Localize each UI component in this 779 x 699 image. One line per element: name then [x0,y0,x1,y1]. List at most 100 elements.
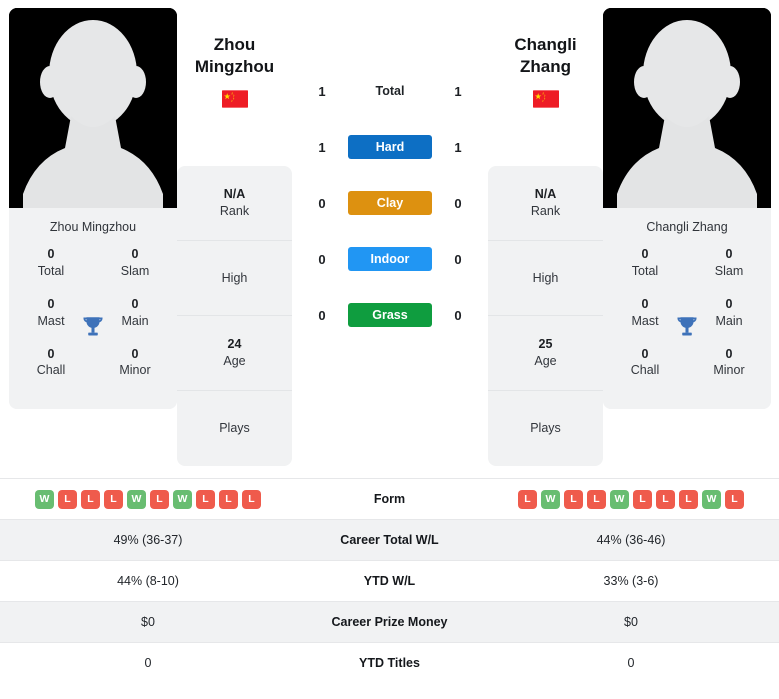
right-player-meta-column: Changli Zhang N/A Rank High 25 Age Plays [488,8,603,466]
form-badge-loss: L [656,489,675,509]
trophy-icon [677,316,697,336]
surface-row-indoor: 0 Indoor 0 [296,231,484,287]
right-player-photo-caption: Changli Zhang [603,208,771,244]
form-badge-loss: L [150,489,169,509]
titles-value: 0 [641,346,649,361]
form-badge-win: W [35,489,54,509]
surface-pill-grass[interactable]: Grass [348,303,432,327]
titles-label: Mast [631,313,659,328]
meta-label: Age [534,354,557,368]
titles-value: 0 [725,247,733,261]
meta-item-plays: Plays [177,391,292,466]
meta-label: Rank [219,204,250,218]
titles-label: Minor [713,363,745,378]
meta-item-plays: Plays [488,391,603,466]
left-player-photo-caption: Zhou Mingzhou [9,208,177,244]
player-comparison-section: Zhou Mingzhou 0 Total 0 Slam 0 Mast 0 Ma… [0,0,779,478]
player-name-line2: Mingzhou [194,57,275,77]
meta-label: High [221,270,248,285]
row-label-ytd-titles: YTD Titles [296,642,483,684]
surface-pill-hard[interactable]: Hard [348,135,432,159]
row-label-ytd-wl: YTD W/L [296,560,483,602]
titles-label: Minor [119,363,151,378]
surface-row-hard: 1 Hard 1 [296,119,484,175]
right-player-titles-grid: 0 Total 0 Slam 0 Mast 0 Main 0 Chall 0 M… [603,244,771,410]
left-player-card[interactable]: Zhou Mingzhou 0 Total 0 Slam 0 Mast 0 Ma… [9,8,177,410]
titles-value: 0 [47,346,55,361]
titles-value: 0 [725,296,733,311]
left-player-titles-grid: 0 Total 0 Slam 0 Mast 0 Main 0 Chall 0 M… [9,244,177,410]
left-career-total-wl: 49% (36-37) [0,519,296,561]
flag-china-icon [532,90,559,108]
titles-value: 0 [47,296,55,311]
titles-value: 0 [131,346,139,361]
right-player-header: Changli Zhang [488,8,603,166]
flag-china-icon [221,90,248,108]
meta-item-rank: N/A Rank [177,166,292,241]
meta-label: High [532,270,559,285]
titles-value: 0 [725,346,733,361]
titles-value: 0 [131,247,139,261]
trophy-icon [83,316,103,336]
row-label-career-prize-money: Career Prize Money [296,601,483,643]
meta-value: N/A [223,187,246,202]
head-to-head-comparison-page: Zhou Mingzhou 0 Total 0 Slam 0 Mast 0 Ma… [0,0,779,699]
meta-label: Age [223,354,246,368]
row-label-form: Form [296,478,483,520]
titles-label: Total [631,263,659,278]
form-badge-win: W [127,489,146,509]
right-career-prize-money: $0 [483,601,779,643]
surface-left-count: 0 [318,195,326,211]
meta-value: N/A [534,187,557,202]
left-player-meta-column: Zhou Mingzhou N/A Rank High 24 Age Plays [177,8,292,466]
surface-left-count: 1 [318,139,326,155]
titles-label: Mast [37,313,65,328]
left-career-prize-money: $0 [0,601,296,643]
form-badge-loss: L [679,489,698,509]
titles-cell-main: 0 Main [107,296,163,330]
left-player-meta-card: N/A Rank High 24 Age Plays [177,166,292,466]
table-row-form: WLLLWLWLLL Form LWLLWLLLWL [0,478,779,520]
titles-value: 0 [641,296,649,311]
surface-right-count: 1 [454,83,462,99]
player-silhouette-icon [9,8,177,208]
meta-value: 25 [538,337,553,352]
titles-label: Slam [714,263,744,278]
left-ytd-titles: 0 [0,642,296,684]
form-badge-loss: L [196,489,215,509]
form-badge-win: W [541,489,560,509]
table-row-career-prize-money: $0 Career Prize Money $0 [0,601,779,643]
right-player-name[interactable]: Changli Zhang [492,34,599,78]
form-badge-loss: L [564,489,583,509]
surface-left-count: 1 [318,83,326,99]
meta-value: 24 [227,337,242,352]
form-badge-loss: L [58,489,77,509]
meta-item-rank: N/A Rank [488,166,603,241]
table-row-ytd-wl: 44% (8-10) YTD W/L 33% (3-6) [0,560,779,602]
titles-row: 0 Total 0 Slam [603,246,771,280]
surface-right-count: 0 [454,307,462,323]
right-ytd-titles: 0 [483,642,779,684]
left-form-cell: WLLLWLWLLL [0,478,296,520]
form-badge-win: W [610,489,629,509]
right-player-meta-card: N/A Rank High 25 Age Plays [488,166,603,466]
player-name-line2: Zhang [520,57,571,77]
right-form-strip: LWLLWLLLWL [483,489,779,509]
titles-value: 0 [47,247,55,261]
surface-label-wrap: Grass [348,303,432,327]
left-ytd-wl: 44% (8-10) [0,560,296,602]
left-player-name[interactable]: Zhou Mingzhou [181,34,288,78]
surface-label: Total [375,84,405,98]
titles-label: Slam [120,263,150,278]
surface-left-count: 0 [318,307,326,323]
surface-pill-indoor[interactable]: Indoor [348,247,432,271]
surface-right-count: 0 [454,195,462,211]
form-badge-loss: L [633,489,652,509]
comparison-stats-table: WLLLWLWLLL Form LWLLWLLLWL 49% (36-37) C… [0,478,779,684]
surface-row-grass: 0 Grass 0 [296,287,484,343]
titles-cell-slam: 0 Slam [701,246,757,280]
surface-pill-clay[interactable]: Clay [348,191,432,215]
right-player-card[interactable]: Changli Zhang 0 Total 0 Slam 0 Mast 0 Ma… [603,8,771,410]
player-silhouette-icon [603,8,771,208]
titles-cell-main: 0 Main [701,296,757,330]
